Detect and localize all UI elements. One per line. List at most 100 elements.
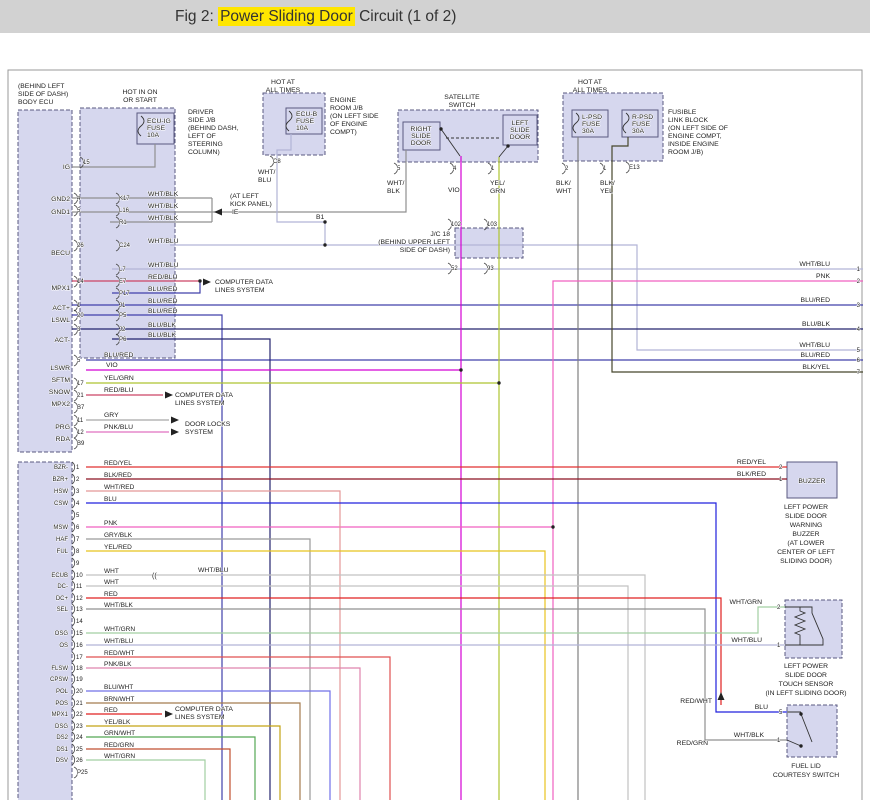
diagram-label: ALL TIMES	[573, 87, 608, 94]
pin-number: E7	[119, 279, 127, 285]
diagram-label: BLK/YEL	[802, 364, 830, 371]
diagram-label: BLU	[755, 704, 768, 711]
diagram-label: PRG	[55, 424, 70, 431]
diagram-label: 10A	[147, 132, 160, 139]
pin-number: 16	[76, 643, 83, 649]
diagram-label: WHT/BLK	[148, 191, 179, 198]
diagram-label: BECU	[51, 250, 70, 257]
diagram-label: B1	[316, 214, 325, 221]
diagram-label: LSWL	[51, 317, 70, 324]
diagram-label: BLU/RED	[801, 352, 831, 359]
junction-dot	[439, 127, 442, 130]
pin-number: L7	[119, 267, 126, 273]
pin-number: 52	[451, 266, 458, 272]
wire-color-label: GRN/WHT	[104, 730, 135, 737]
diagram-label: YEL/GRN	[104, 375, 134, 382]
wiring-diagram: (BEHIND LEFTSIDE OF DASH)BODY ECUHOT IN …	[0, 0, 870, 800]
diagram-label: SLIDE DOOR	[785, 513, 827, 520]
diagram-label: GND2	[51, 196, 70, 203]
wire-color-label: RED	[104, 591, 118, 598]
diagram-label: IE	[232, 209, 239, 216]
driver-side-jb	[80, 108, 175, 358]
terminal-label: BZR-	[54, 465, 68, 471]
wire-color-label: BLU	[104, 496, 117, 503]
diagram-label: SATELLITE	[444, 94, 480, 101]
diagram-label: J/C 18	[430, 231, 450, 238]
diagram-label: R-PSD	[632, 114, 653, 121]
pin-number: 23	[76, 724, 83, 730]
diagram-label: FUEL LID	[791, 763, 821, 770]
pin-number: 11	[77, 418, 84, 424]
junction-dot	[551, 525, 554, 528]
touch-sensor-box	[785, 600, 842, 658]
diagram-label: BLU/BLK	[148, 322, 176, 329]
diagram-label: L-PSD	[582, 114, 602, 121]
wire-color-label: RED/WHT	[104, 650, 134, 657]
pin-number: L16	[119, 208, 130, 214]
pin-number: 103	[487, 222, 498, 228]
pin-number: 17	[76, 655, 83, 661]
pin-number: 20	[76, 689, 83, 695]
diagram-label: RED/WHT	[680, 698, 712, 705]
wire-color-label: GRY/BLK	[104, 532, 133, 539]
wire-color-label: WHT	[104, 568, 119, 575]
diagram-label: ACT-	[55, 337, 70, 344]
diagram-label: COMPT)	[330, 129, 357, 136]
diagram-label: SFTM	[52, 377, 71, 384]
diagram-label: BLU/BLK	[148, 332, 176, 339]
wire-color-label: PNK	[104, 520, 118, 527]
wire-color-label: RED/YEL	[104, 460, 132, 467]
diagram-label: 30A	[582, 128, 595, 135]
diagram-label: FUSE	[147, 125, 166, 132]
diagram-label: SWITCH	[449, 102, 476, 109]
figure-title-suffix: Circuit (1 of 2)	[355, 8, 457, 25]
diagram-label: DRIVER	[188, 109, 214, 116]
diagram-label: (ON LEFT SIDE OF	[668, 125, 728, 132]
junction-dot	[799, 744, 802, 747]
pin-number: J1	[119, 303, 126, 309]
diagram-label: SIDE OF DASH)	[400, 247, 450, 254]
terminal-label: DSG	[55, 724, 68, 730]
diagram-label: FUSE	[582, 121, 601, 128]
junction-dot	[459, 368, 462, 371]
diagram-label: BUZZER	[798, 478, 825, 485]
diagram-label: COLUMN)	[188, 149, 220, 156]
diagram-label: KICK PANEL)	[230, 201, 272, 208]
diagram-label: RDA	[56, 436, 71, 443]
diagram-label: COURTESY SWITCH	[773, 772, 839, 779]
terminal-label: ECUB	[51, 573, 68, 579]
pin-number: E13	[629, 165, 640, 171]
diagram-label: RED/YEL	[737, 459, 766, 466]
terminal-label: MSW	[53, 525, 68, 531]
diagram-label: (ON LEFT SIDE	[330, 113, 379, 120]
wire-color-label: WHT/GRN	[104, 626, 135, 633]
diagram-label: SYSTEM	[185, 429, 213, 436]
figure-title-bar: Fig 2: Power Sliding Door Circuit (1 of …	[0, 0, 870, 33]
terminal-label: DC-	[57, 584, 68, 590]
pin-number: 26	[77, 243, 84, 249]
pin-number: K17	[119, 196, 130, 202]
diagram-label: HOT AT	[271, 79, 295, 86]
diagram-label: WHT/GRN	[730, 599, 763, 606]
diagram-label: WHT/BLU	[731, 637, 762, 644]
diagram-label: STEERING	[188, 141, 223, 148]
wire-color-label: WHT/BLK	[104, 602, 134, 609]
wire-color-label: RED	[104, 707, 118, 714]
pin-number: B9	[77, 441, 85, 447]
wire-color-label: WHT/BLU	[104, 638, 134, 645]
junction-dot	[323, 243, 326, 246]
diagram-label: (BEHIND DASH,	[188, 125, 239, 132]
diagram-label: RED/BLU	[104, 387, 134, 394]
wire-color-label: BRN/WHT	[104, 696, 134, 703]
diagram-label: HOT IN ON	[123, 89, 158, 96]
diagram-label: VIO	[448, 187, 460, 194]
terminal-label: OSG	[55, 631, 69, 637]
diagram-label: BLK	[387, 188, 400, 195]
pin-number: 15	[83, 160, 90, 166]
diagram-label: LEFT OF	[188, 133, 216, 140]
wire-color-label: YEL/RED	[104, 544, 132, 551]
diagram-label: LINES SYSTEM	[175, 714, 225, 721]
diagram-label: BLU/RED	[104, 352, 134, 359]
diagram-label: SIDE OF DASH)	[18, 91, 68, 98]
diagram-label: YEL/	[490, 180, 505, 187]
